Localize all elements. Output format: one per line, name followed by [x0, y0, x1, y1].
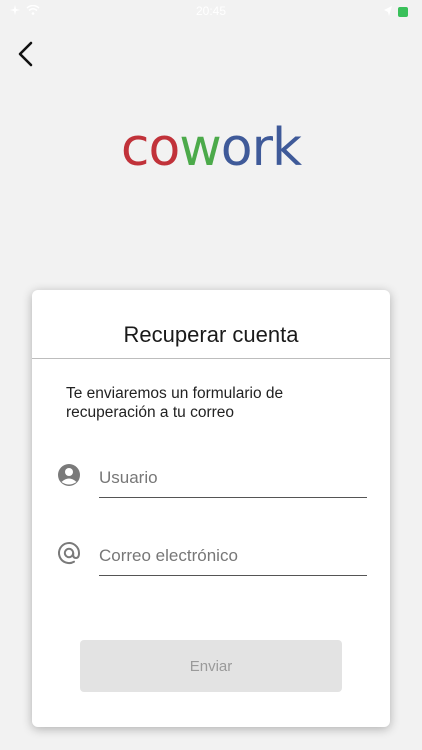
status-bar: 20:45: [0, 0, 422, 22]
send-button[interactable]: Enviar: [80, 640, 342, 692]
logo-letter: r: [251, 118, 273, 178]
battery-icon: [398, 7, 408, 17]
username-field: [54, 450, 370, 500]
status-time: 20:45: [195, 4, 227, 18]
username-input[interactable]: [99, 450, 367, 498]
logo-letter: k: [272, 118, 302, 178]
logo-letter: o: [148, 118, 180, 178]
card-title: Recuperar cuenta: [123, 322, 299, 347]
logo-letter: c: [120, 118, 150, 178]
email-input[interactable]: [99, 528, 367, 576]
status-right: [384, 5, 408, 19]
card-divider: [32, 358, 390, 359]
account-circle-icon: [56, 462, 82, 488]
back-button[interactable]: [10, 38, 42, 70]
chevron-left-icon: [18, 41, 33, 67]
at-sign-icon: [56, 540, 82, 566]
location-icon: [384, 5, 392, 19]
cowork-logo: cowork: [0, 118, 422, 178]
email-field: [54, 528, 370, 578]
recover-account-card: Recuperar cuenta Te enviaremos un formul…: [32, 290, 390, 727]
logo-letter: w: [179, 118, 222, 178]
logo-letter: o: [220, 118, 253, 178]
card-description: Te enviaremos un formulario de recuperac…: [66, 385, 284, 421]
